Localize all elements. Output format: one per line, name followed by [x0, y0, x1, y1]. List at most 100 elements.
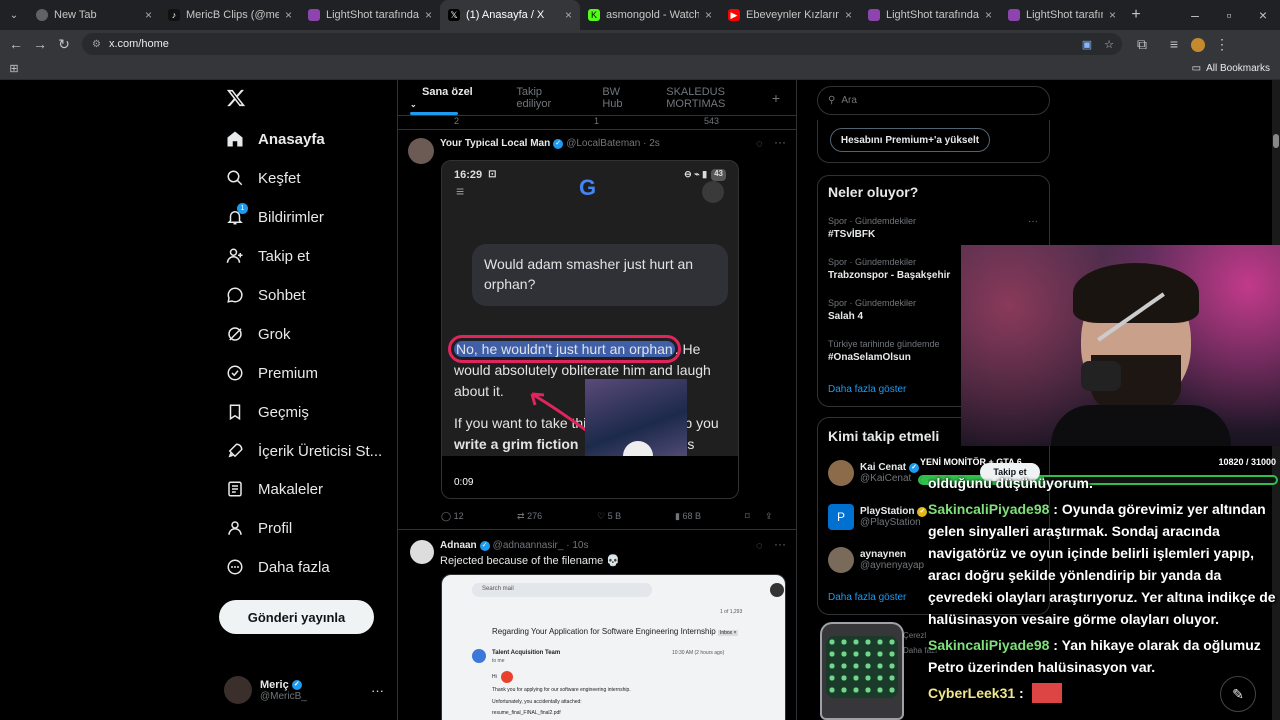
extension-icon[interactable]: ▣	[1082, 38, 1092, 51]
close-icon[interactable]: ×	[425, 8, 432, 22]
profile-avatar-icon[interactable]	[1186, 36, 1210, 53]
views-button[interactable]: ▮ 68 B	[675, 511, 745, 522]
nav-follow[interactable]: Takip et	[224, 238, 310, 274]
reply-count[interactable]: 2	[454, 116, 534, 126]
tab-2[interactable]: LightShot tarafından Ekra ×	[300, 0, 440, 30]
show-more-link[interactable]: Daha fazla göster	[828, 592, 906, 603]
close-icon[interactable]: ×	[845, 8, 852, 22]
tab-1[interactable]: ♪ MericB Clips (@mericbclip ×	[160, 0, 300, 30]
avatar[interactable]	[410, 540, 434, 564]
nav-premium[interactable]: Premium	[224, 355, 318, 391]
bookmark-icon[interactable]: ⌑	[745, 511, 765, 522]
new-tab-icon[interactable]: +	[1124, 6, 1148, 24]
tweet-time[interactable]: 2s	[649, 138, 660, 149]
post-button[interactable]: Gönderi yayınla	[219, 600, 374, 634]
account-switcher[interactable]: Meriç ✓ @MericB_ ···	[224, 672, 384, 708]
share-icon[interactable]: ⇪	[765, 511, 773, 522]
apps-icon[interactable]: ⊞	[2, 62, 26, 75]
trend-item[interactable]: Spor · Gündemdekiler #TSvİBFK ···	[828, 216, 1038, 240]
nav-grok[interactable]: Grok	[224, 316, 291, 352]
more-icon[interactable]: ···	[774, 135, 786, 149]
video-player[interactable]: 16:29 ⊡ ⊖ ⌁ ▮ 43 ≡ G Would adam smasher j…	[441, 160, 739, 499]
grok-icon[interactable]: ◌	[756, 540, 763, 552]
address-bar[interactable]: ⚙ x.com/home ▣ ☆	[82, 33, 1122, 55]
tweet-time[interactable]: 10s	[572, 540, 588, 551]
like-button[interactable]: ♡ 5 B	[597, 511, 675, 522]
nav-chat[interactable]: Sohbet	[224, 277, 306, 313]
author-handle[interactable]: @LocalBateman	[566, 138, 640, 149]
nav-home[interactable]: Anasayfa	[224, 121, 325, 157]
reply-button[interactable]: ◯ 12	[441, 511, 517, 522]
nav-explore[interactable]: Keşfet	[224, 160, 301, 196]
tab-6[interactable]: LightShot tarafından Ekra ×	[860, 0, 1000, 30]
close-icon[interactable]: ×	[145, 8, 152, 22]
more-icon[interactable]: ···	[1028, 216, 1038, 227]
tab-3[interactable]: 𝕏 (1) Anasayfa / X ×	[440, 0, 580, 30]
suggestion-name: PlayStation	[860, 506, 915, 517]
trends-title: Neler oluyor?	[828, 184, 919, 200]
close-icon[interactable]: ×	[1109, 8, 1116, 22]
tab-0[interactable]: New Tab ×	[28, 0, 160, 30]
site-info-icon[interactable]: ⚙	[92, 39, 101, 50]
maximize-icon[interactable]: ▫	[1212, 7, 1246, 23]
tab-4[interactable]: Kasmongold - Watch the W ×	[580, 0, 720, 30]
author-handle[interactable]: @adnaannasir_	[493, 540, 564, 551]
tab-following[interactable]: Takip ediliyor	[504, 86, 590, 110]
minimize-icon[interactable]: –	[1178, 7, 1212, 23]
close-icon[interactable]: ×	[705, 8, 712, 22]
nav-more[interactable]: Daha fazla	[224, 549, 330, 585]
nav-creator-studio[interactable]: İçerik Üreticisi St...	[224, 433, 382, 469]
folder-icon: ▭	[1191, 63, 1202, 74]
show-more-link[interactable]: Daha fazla göster	[828, 384, 906, 395]
scrollbar-thumb[interactable]	[1273, 134, 1279, 148]
pencil-icon	[770, 583, 784, 597]
close-icon[interactable]: ×	[985, 8, 992, 22]
tab-search-icon[interactable]: ⌄	[0, 10, 28, 21]
media-icon[interactable]: ≡	[1162, 36, 1186, 52]
more-icon[interactable]: ···	[371, 683, 384, 698]
verified-icon: ✓	[553, 138, 564, 149]
nav-profile[interactable]: Profil	[224, 510, 292, 546]
nav-bookmarks[interactable]: Geçmiş	[224, 394, 309, 430]
tab-for-you[interactable]: Sana özel ⌄	[398, 86, 504, 110]
more-icon[interactable]: ···	[774, 537, 786, 551]
close-icon[interactable]: ×	[565, 8, 572, 22]
repost-button[interactable]: ⇄ 276	[517, 511, 597, 522]
close-icon[interactable]: ×	[285, 8, 292, 22]
tab-5[interactable]: ▶ Ebeveynler Kızlarının Erke ×	[720, 0, 860, 30]
tweet[interactable]: Your Typical Local Man ✓ @LocalBateman · 2…	[398, 130, 796, 530]
nav-notifications[interactable]: 1 Bildirimler	[224, 199, 324, 235]
premium-card: Hesabını Premium+'a yükselt	[817, 120, 1050, 163]
star-icon[interactable]: ☆	[1104, 38, 1114, 51]
nav-label: Keşfet	[258, 169, 301, 187]
premium-upgrade-button[interactable]: Hesabını Premium+'a yükselt	[830, 128, 990, 152]
account-handle: @MericB_	[260, 690, 307, 702]
extensions-icon[interactable]: ⧉	[1130, 36, 1154, 53]
tab-7[interactable]: LightShot tarafından Ekra ×	[1000, 0, 1124, 30]
menu-icon[interactable]: ⋮	[1210, 36, 1234, 53]
suggestion-handle: @aynenyayap	[860, 560, 925, 571]
back-icon[interactable]: ←	[4, 36, 28, 52]
tab-title: LightShot tarafından Ekra	[886, 9, 979, 21]
all-bookmarks[interactable]: ▭ All Bookmarks	[1192, 63, 1270, 74]
author-name[interactable]: Your Typical Local Man	[440, 138, 550, 149]
reload-icon[interactable]: ↻	[52, 36, 76, 53]
forward-icon[interactable]: →	[28, 36, 52, 52]
person-add-icon	[224, 245, 246, 267]
grok-icon[interactable]: ◌	[756, 138, 763, 150]
search-input[interactable]: ⚲ Ara	[817, 86, 1050, 115]
avatar[interactable]	[408, 138, 434, 164]
view-count[interactable]: 543	[704, 116, 719, 126]
like-count[interactable]: 1	[594, 116, 694, 126]
x-logo-icon[interactable]	[226, 88, 246, 113]
nav-articles[interactable]: Makaleler	[224, 471, 323, 507]
add-tab-icon[interactable]: +	[760, 90, 792, 106]
tab-bw-hub[interactable]: BW Hub	[590, 86, 654, 110]
chat-message: CyberLeek31 :	[928, 682, 1280, 704]
tweet[interactable]: Adnaan ✓ @adnaannasir_ · 10s ◌ ··· Rejecte…	[398, 530, 796, 720]
author-name[interactable]: Adnaan	[440, 540, 477, 551]
tweet-image[interactable]: Search mail 1 of 1,293 Regarding Your Ap…	[441, 574, 786, 720]
stream-chat-overlay: olduğunu düşünüyorum. SakincaliPiyade98 …	[928, 475, 1280, 704]
window-close-icon[interactable]: ×	[1246, 7, 1280, 23]
nav-label: Anasayfa	[258, 130, 325, 148]
